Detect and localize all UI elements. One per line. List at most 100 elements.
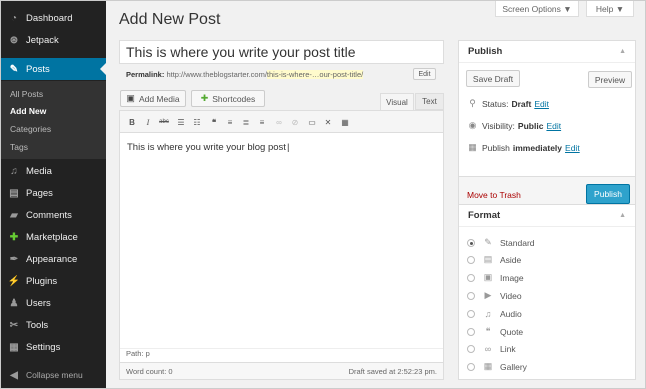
screen-options-button[interactable]: Screen Options ▼ [495, 1, 579, 17]
unlink-icon[interactable]: ⊘ [289, 116, 301, 128]
italic-icon[interactable]: I [142, 116, 154, 128]
pin-icon: ✎ [9, 63, 19, 75]
marketplace-icon: ✚ [9, 231, 19, 243]
collapse-arrow-icon[interactable]: ▲ [619, 48, 626, 55]
format-option-image[interactable]: ▣ Image [467, 271, 524, 284]
preview-button[interactable]: Preview [588, 71, 632, 88]
sidebar-item-label: Marketplace [26, 231, 78, 243]
collapse-menu-label: Collapse menu [26, 370, 83, 380]
align-center-icon[interactable]: ≣ [240, 116, 252, 128]
help-button[interactable]: Help ▼ [586, 1, 634, 17]
insert-link-icon[interactable]: ∞ [273, 116, 285, 128]
toolbar-toggle-icon[interactable]: ▦ [339, 116, 351, 128]
image-icon: ▣ [483, 272, 493, 282]
sidebar-item-label: Comments [26, 209, 72, 221]
publish-button[interactable]: Publish [586, 184, 630, 204]
plugins-icon: ⚡ [7, 275, 21, 287]
quote-icon: ❝ [485, 326, 491, 336]
radio-button[interactable] [467, 344, 475, 353]
sidebar-item-media[interactable]: ♫ Media [1, 160, 106, 182]
pin-icon: ⚲ [469, 98, 476, 108]
audio-icon: ♫ [484, 308, 492, 319]
sidebar-item-label: Users [26, 297, 51, 309]
submenu-add-new[interactable]: Add New [10, 106, 46, 116]
fullscreen-icon[interactable]: ✕ [322, 116, 334, 128]
submenu-tags[interactable]: Tags [10, 142, 28, 152]
pages-icon: ▤ [9, 187, 19, 199]
sidebar-item-posts[interactable]: ✎ Posts [1, 58, 106, 80]
radio-button[interactable] [467, 238, 475, 247]
format-box: Format ▲ ✎ Standard ▤ Aside ▣ Image ▶ Vi… [458, 204, 636, 380]
permalink-slug[interactable]: this-is-where-…our-post-title/ [266, 70, 364, 79]
sidebar-item-comments[interactable]: ▰ Comments [1, 204, 106, 226]
format-option-gallery[interactable]: ▦ Gallery [467, 360, 527, 373]
format-option-aside[interactable]: ▤ Aside [467, 253, 521, 266]
appearance-icon: ✒ [9, 253, 19, 265]
save-draft-button[interactable]: Save Draft [466, 70, 520, 87]
tab-visual[interactable]: Visual [380, 93, 414, 110]
video-icon: ▶ [484, 290, 492, 300]
status-row: ⚲ Status: Draft Edit [467, 98, 549, 109]
bold-icon[interactable]: B [126, 116, 138, 128]
strikethrough-icon[interactable]: abc [158, 116, 170, 128]
schedule-label: Publish [482, 142, 510, 153]
collapse-arrow-icon: ◀ [10, 369, 18, 381]
edit-visibility-link[interactable]: Edit [546, 121, 561, 131]
sidebar-item-appearance[interactable]: ✒ Appearance [1, 248, 106, 270]
permalink: Permalink: http://www.theblogstarter.com… [126, 70, 364, 79]
sidebar-item-dashboard[interactable]: ◔ Dashboard [1, 7, 106, 29]
numbered-list-icon[interactable]: ☷ [191, 116, 203, 128]
sidebar-item-pages[interactable]: ▤ Pages [1, 182, 106, 204]
format-option-link[interactable]: ∞ Link [467, 342, 516, 355]
collapse-arrow-icon[interactable]: ▲ [619, 212, 626, 219]
sidebar-item-settings[interactable]: ▦ Settings [1, 336, 106, 358]
permalink-label: Permalink: [126, 70, 165, 79]
format-label: Video [500, 290, 522, 301]
submenu-all-posts[interactable]: All Posts [10, 89, 43, 99]
wp-admin-window: ◔ Dashboard ⊛ Jetpack ✎ Posts All Posts … [0, 0, 646, 389]
sidebar-item-marketplace[interactable]: ✚ Marketplace [1, 226, 106, 248]
format-option-video[interactable]: ▶ Video [467, 289, 522, 302]
radio-button[interactable] [467, 255, 475, 264]
shortcodes-button[interactable]: ✚ Shortcodes [191, 90, 265, 107]
sidebar-item-users[interactable]: ♟ Users [1, 292, 106, 314]
radio-button[interactable] [467, 291, 475, 300]
bullet-list-icon[interactable]: ☰ [175, 116, 187, 128]
dashboard-icon: ◔ [10, 12, 18, 24]
edit-permalink-button[interactable]: Edit [413, 68, 436, 80]
sidebar-item-jetpack[interactable]: ⊛ Jetpack [1, 29, 106, 51]
sidebar-item-label: Dashboard [26, 12, 73, 24]
sidebar-item-tools[interactable]: ✂ Tools [1, 314, 106, 336]
collapse-menu-button[interactable]: ◀ Collapse menu [1, 364, 106, 386]
settings-icon: ▦ [9, 341, 19, 353]
shortcodes-label: Shortcodes [212, 93, 256, 104]
edit-schedule-link[interactable]: Edit [565, 143, 580, 153]
read-more-icon[interactable]: ▭ [306, 116, 318, 128]
add-media-button[interactable]: ▣ Add Media [120, 90, 186, 107]
visibility-value: Public [517, 120, 544, 131]
format-label: Standard [500, 237, 535, 248]
post-title-input[interactable]: This is where you write your post title [119, 40, 444, 64]
tab-text[interactable]: Text [415, 93, 444, 110]
blockquote-icon[interactable]: ❝ [208, 116, 220, 128]
posts-submenu: All Posts Add New Categories Tags [1, 81, 106, 159]
link-icon: ∞ [484, 343, 492, 354]
edit-status-link[interactable]: Edit [534, 99, 549, 109]
permalink-base: http://www.theblogstarter.com/ [166, 70, 267, 79]
align-left-icon[interactable]: ≡ [224, 116, 236, 128]
submenu-categories[interactable]: Categories [10, 124, 51, 134]
add-media-label: Add Media [138, 93, 180, 104]
radio-button[interactable] [467, 273, 475, 282]
radio-button[interactable] [467, 327, 475, 336]
format-option-standard[interactable]: ✎ Standard [467, 236, 535, 249]
sidebar-item-label: Settings [26, 341, 61, 353]
radio-button[interactable] [467, 362, 475, 371]
format-option-audio[interactable]: ♫ Audio [467, 307, 522, 320]
align-right-icon[interactable]: ≡ [256, 116, 268, 128]
editor-content[interactable]: This is where you write your blog post [127, 142, 289, 153]
move-to-trash-link[interactable]: Move to Trash [467, 190, 521, 200]
format-option-quote[interactable]: ❝ Quote [467, 325, 523, 338]
sidebar-item-plugins[interactable]: ⚡ Plugins [1, 270, 106, 292]
radio-button[interactable] [467, 309, 475, 318]
publish-box-header: Publish ▲ [459, 41, 635, 63]
